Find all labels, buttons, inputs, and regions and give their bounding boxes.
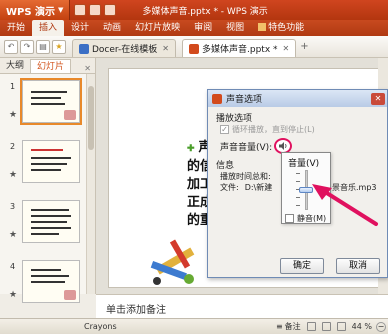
app-menu-button[interactable]: WPS 演示 ▼ xyxy=(0,0,71,20)
volume-label: 声音音量(V): xyxy=(220,142,273,153)
slide-thumbnail-row[interactable]: 2 ★ xyxy=(0,138,86,196)
close-icon[interactable]: ✕ xyxy=(84,64,91,73)
menu-design[interactable]: 设计 xyxy=(64,20,96,36)
slide-thumbnail-row[interactable]: 3 ★ xyxy=(0,198,86,256)
presentation-file-icon xyxy=(189,43,199,54)
status-bar: Crayons ≡ 备注 44 % − xyxy=(0,318,388,334)
menu-animation[interactable]: 动画 xyxy=(96,20,128,36)
slide-number: 3 xyxy=(10,202,16,211)
total-time-label: 播放时间总和: xyxy=(220,172,271,181)
tab-slides[interactable]: 幻灯片 xyxy=(30,59,72,73)
slide-thumbnail-row[interactable]: 1 ★ xyxy=(0,78,86,136)
new-file-icon[interactable] xyxy=(74,4,87,16)
app-menu-label: WPS 演示 xyxy=(6,6,56,18)
document-tab-bar: ↶ ↷ ▤ ★ Docer-在线模板 ✕ 多媒体声音.pptx * ✕ + xyxy=(0,36,388,58)
bullet-icon: ✚ xyxy=(187,144,195,154)
speaker-icon xyxy=(279,142,287,150)
tab-current-document[interactable]: 多媒体声音.pptx * ✕ xyxy=(182,39,297,57)
info-group-label: 信息 xyxy=(216,161,235,171)
checkbox-icon xyxy=(285,214,294,223)
animation-star-icon: ★ xyxy=(9,290,18,300)
slide-thumbnail[interactable] xyxy=(22,140,80,183)
menu-special-features[interactable]: 特色功能 xyxy=(251,20,311,36)
tab-label: 多媒体声音.pptx * xyxy=(202,45,278,55)
sorter-view-icon[interactable] xyxy=(321,322,331,331)
scroll-thumb[interactable] xyxy=(88,86,94,150)
slide-thumbnail[interactable] xyxy=(20,78,82,125)
panel-tabs: 大纲 幻灯片 ✕ xyxy=(0,58,95,74)
slide-number: 2 xyxy=(10,142,16,151)
zoom-level[interactable]: 44 % xyxy=(352,322,372,331)
close-icon[interactable]: ✕ xyxy=(371,92,385,105)
notes-icon: ≡ xyxy=(275,322,283,331)
file-label: 文件: xyxy=(220,183,239,192)
theme-name: Crayons xyxy=(84,322,117,331)
menu-insert[interactable]: 插入 xyxy=(32,20,65,36)
ok-button[interactable]: 确定 xyxy=(280,258,324,274)
normal-view-icon[interactable] xyxy=(306,322,316,331)
notes-label: 备注 xyxy=(284,322,301,331)
slide-panel: 大纲 幻灯片 ✕ 1 ★ 2 ★ 3 ★ 4 ★ xyxy=(0,58,96,303)
slide-number: 4 xyxy=(10,262,16,271)
docer-icon xyxy=(79,43,89,54)
menu-home[interactable]: 开始 xyxy=(0,20,32,36)
open-folder-icon[interactable] xyxy=(89,4,102,16)
slide-thumbnail[interactable] xyxy=(22,260,80,303)
checkbox-icon: ✓ xyxy=(220,125,229,134)
chevron-down-icon: ▼ xyxy=(58,6,64,14)
quick-access-toolbar xyxy=(74,4,117,16)
animation-star-icon: ★ xyxy=(9,170,18,180)
annotation-arrow xyxy=(312,184,378,226)
loop-label: 循环播放，直到停止(L) xyxy=(232,125,315,134)
menu-review[interactable]: 审阅 xyxy=(187,20,219,36)
crayon-clipart[interactable] xyxy=(145,237,207,289)
window-title: 多媒体声音.pptx * - WPS 演示 xyxy=(142,6,268,17)
notes-toggle[interactable]: ≡ 备注 xyxy=(276,321,346,332)
redo-icon[interactable]: ↷ xyxy=(20,39,34,54)
notes-placeholder: 单击添加备注 xyxy=(106,305,166,316)
wps-icon xyxy=(212,93,222,104)
animation-star-icon: ★ xyxy=(9,110,18,120)
file-path-start: D:\新建 xyxy=(244,183,273,192)
slide-thumbnail[interactable] xyxy=(22,200,80,243)
animation-star-icon: ★ xyxy=(9,230,18,240)
close-icon[interactable]: ✕ xyxy=(162,44,169,53)
zoom-out-icon[interactable]: − xyxy=(376,321,386,332)
slideshow-icon[interactable] xyxy=(336,322,346,331)
ribbon-menu: 开始 插入 设计 动画 幻灯片放映 审阅 视图 特色功能 xyxy=(0,20,388,36)
volume-popup-title: 音量(V) xyxy=(288,159,320,169)
panel-scrollbar[interactable] xyxy=(86,74,95,294)
title-bar: WPS 演示 ▼ 多媒体声音.pptx * - WPS 演示 xyxy=(0,0,388,20)
new-tab-icon[interactable]: + xyxy=(300,41,308,52)
slide-number: 1 xyxy=(10,82,16,91)
tab-docer-templates[interactable]: Docer-在线模板 ✕ xyxy=(72,39,176,57)
loop-checkbox[interactable]: ✓ 循环播放，直到停止(L) xyxy=(220,124,315,135)
undo-icon[interactable]: ↶ xyxy=(4,39,18,54)
file-info: 文件: D:\新建 xyxy=(220,182,272,193)
dialog-title: 声音选项 xyxy=(226,95,263,105)
menu-slideshow[interactable]: 幻灯片放映 xyxy=(128,20,187,36)
dialog-title-bar[interactable]: 声音选项 ✕ xyxy=(208,90,387,107)
quick-tools: ↶ ↷ ▤ ★ xyxy=(0,39,66,54)
notes-pane[interactable]: 单击添加备注 xyxy=(96,294,388,318)
star-icon[interactable]: ★ xyxy=(52,39,66,54)
tab-outline[interactable]: 大纲 xyxy=(0,59,30,73)
playback-group-label: 播放选项 xyxy=(216,114,253,124)
tab-label: Docer-在线模板 xyxy=(92,45,158,55)
cancel-button[interactable]: 取消 xyxy=(336,258,380,274)
menu-view[interactable]: 视图 xyxy=(219,20,251,36)
slide-thumbnail-row[interactable]: 4 ★ xyxy=(0,258,86,316)
close-icon[interactable]: ✕ xyxy=(283,44,290,53)
print-icon[interactable]: ▤ xyxy=(36,39,50,54)
save-icon[interactable] xyxy=(104,4,117,16)
